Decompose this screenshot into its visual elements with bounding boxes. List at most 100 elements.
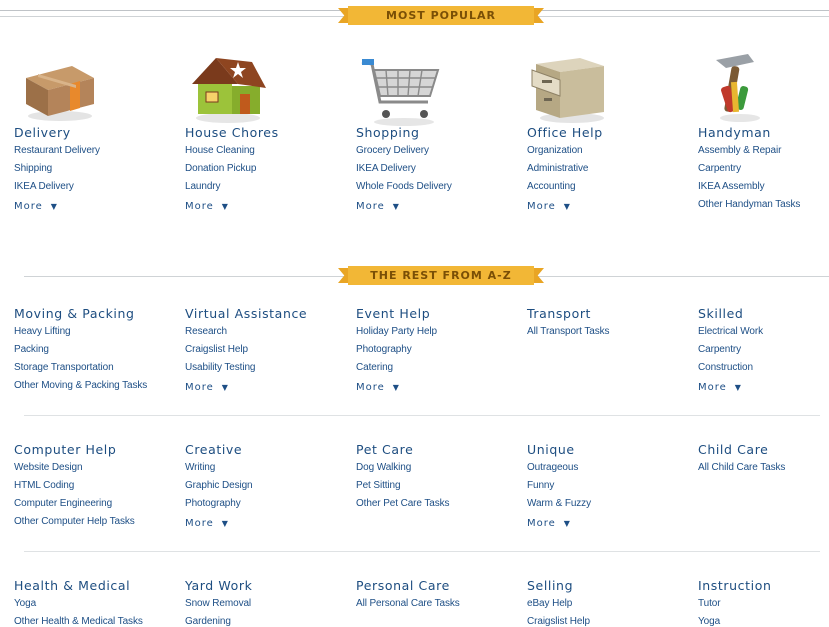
link-pet-sitting[interactable]: Pet Sitting [356,477,516,495]
more-dropdown-event-help[interactable]: More ▼ [356,379,399,397]
link-website-design[interactable]: Website Design [14,459,174,477]
link-construction[interactable]: Construction [698,359,823,377]
link-carpentry[interactable]: Carpentry [698,341,823,359]
link-other-handyman-tasks[interactable]: Other Handyman Tasks [698,196,823,214]
link-laundry[interactable]: Laundry [185,178,345,196]
link-whole-foods-delivery[interactable]: Whole Foods Delivery [356,178,516,196]
category-title-skilled[interactable]: Skilled [698,305,823,323]
category-title-moving-packing[interactable]: Moving & Packing [14,305,174,323]
link-gardening[interactable]: Gardening [185,613,345,627]
link-other-pet-care-tasks[interactable]: Other Pet Care Tasks [356,495,516,513]
link-research[interactable]: Research [185,323,345,341]
category-event-help: Event Help Holiday Party Help Photograph… [356,305,516,397]
link-shipping[interactable]: Shipping [14,160,174,178]
link-all-child-care-tasks[interactable]: All Child Care Tasks [698,459,823,477]
link-warm-fuzzy[interactable]: Warm & Fuzzy [527,495,687,513]
link-holiday-party-help[interactable]: Holiday Party Help [356,323,516,341]
category-title-shopping[interactable]: Shopping [356,124,516,142]
link-ikea-delivery[interactable]: IKEA Delivery [356,160,516,178]
link-electrical-work[interactable]: Electrical Work [698,323,823,341]
more-dropdown-house-chores[interactable]: More ▼ [185,198,228,216]
category-title-health-medical[interactable]: Health & Medical [14,577,174,595]
link-storage-transportation[interactable]: Storage Transportation [14,359,174,377]
link-restaurant-delivery[interactable]: Restaurant Delivery [14,142,174,160]
category-title-child-care[interactable]: Child Care [698,441,823,459]
link-organization[interactable]: Organization [527,142,687,160]
link-craigslist-help[interactable]: Craigslist Help [185,341,345,359]
link-ikea-assembly[interactable]: IKEA Assembly [698,178,823,196]
link-dog-walking[interactable]: Dog Walking [356,459,516,477]
shopping-cart-icon [361,59,440,126]
link-snow-removal[interactable]: Snow Removal [185,595,345,613]
link-administrative[interactable]: Administrative [527,160,687,178]
tools-icon [716,54,760,122]
category-title-yard-work[interactable]: Yard Work [185,577,345,595]
category-title-computer-help[interactable]: Computer Help [14,441,174,459]
link-usability-testing[interactable]: Usability Testing [185,359,345,377]
link-donation-pickup[interactable]: Donation Pickup [185,160,345,178]
category-health-medical: Health & Medical Yoga Other Health & Med… [14,577,174,627]
caret-down-icon: ▼ [563,519,570,528]
category-creative: Creative Writing Graphic Design Photogra… [185,441,345,533]
category-title-selling[interactable]: Selling [527,577,687,595]
caret-down-icon: ▼ [50,202,57,211]
category-title-pet-care[interactable]: Pet Care [356,441,516,459]
more-label: More [527,201,556,212]
link-heavy-lifting[interactable]: Heavy Lifting [14,323,174,341]
category-title-unique[interactable]: Unique [527,441,687,459]
link-accounting[interactable]: Accounting [527,178,687,196]
link-other-moving-packing-tasks[interactable]: Other Moving & Packing Tasks [14,377,174,395]
link-other-health-medical-tasks[interactable]: Other Health & Medical Tasks [14,613,174,627]
link-house-cleaning[interactable]: House Cleaning [185,142,345,160]
category-handyman: Handyman Assembly & Repair Carpentry IKE… [698,124,823,214]
more-dropdown-unique[interactable]: More ▼ [527,515,570,533]
link-outrageous[interactable]: Outrageous [527,459,687,477]
rest-a-z-label: THE REST FROM A-Z [348,266,534,285]
link-other-computer-help-tasks[interactable]: Other Computer Help Tasks [14,513,174,531]
more-dropdown-shopping[interactable]: More ▼ [356,198,399,216]
link-yoga[interactable]: Yoga [14,595,174,613]
more-dropdown-creative[interactable]: More ▼ [185,515,228,533]
category-title-delivery[interactable]: Delivery [14,124,174,142]
category-title-transport[interactable]: Transport [527,305,687,323]
link-ebay-help[interactable]: eBay Help [527,595,687,613]
category-title-instruction[interactable]: Instruction [698,577,823,595]
caret-down-icon: ▼ [221,519,228,528]
link-writing[interactable]: Writing [185,459,345,477]
file-cabinet-icon [531,58,604,123]
category-house-chores: House Chores House Cleaning Donation Pic… [185,124,345,216]
category-title-office-help[interactable]: Office Help [527,124,687,142]
link-all-transport-tasks[interactable]: All Transport Tasks [527,323,687,341]
link-carpentry[interactable]: Carpentry [698,160,823,178]
category-title-creative[interactable]: Creative [185,441,345,459]
link-tutor[interactable]: Tutor [698,595,823,613]
category-title-virtual-assistance[interactable]: Virtual Assistance [185,305,345,323]
link-packing[interactable]: Packing [14,341,174,359]
category-child-care: Child Care All Child Care Tasks [698,441,823,477]
category-virtual-assistance: Virtual Assistance Research Craigslist H… [185,305,345,397]
link-craigslist-help[interactable]: Craigslist Help [527,613,687,627]
more-dropdown-office-help[interactable]: More ▼ [527,198,570,216]
category-title-handyman[interactable]: Handyman [698,124,823,142]
link-catering[interactable]: Catering [356,359,516,377]
category-pet-care: Pet Care Dog Walking Pet Sitting Other P… [356,441,516,513]
link-photography[interactable]: Photography [356,341,516,359]
category-title-event-help[interactable]: Event Help [356,305,516,323]
more-dropdown-virtual-assistance[interactable]: More ▼ [185,379,228,397]
link-computer-engineering[interactable]: Computer Engineering [14,495,174,513]
category-title-house-chores[interactable]: House Chores [185,124,345,142]
link-photography[interactable]: Photography [185,495,345,513]
link-html-coding[interactable]: HTML Coding [14,477,174,495]
category-title-personal-care[interactable]: Personal Care [356,577,516,595]
caret-down-icon: ▼ [392,383,399,392]
link-assembly-repair[interactable]: Assembly & Repair [698,142,823,160]
caret-down-icon: ▼ [563,202,570,211]
link-graphic-design[interactable]: Graphic Design [185,477,345,495]
link-all-personal-care-tasks[interactable]: All Personal Care Tasks [356,595,516,613]
link-ikea-delivery[interactable]: IKEA Delivery [14,178,174,196]
link-grocery-delivery[interactable]: Grocery Delivery [356,142,516,160]
link-yoga[interactable]: Yoga [698,613,823,627]
more-dropdown-delivery[interactable]: More ▼ [14,198,57,216]
link-funny[interactable]: Funny [527,477,687,495]
more-dropdown-skilled[interactable]: More ▼ [698,379,741,397]
